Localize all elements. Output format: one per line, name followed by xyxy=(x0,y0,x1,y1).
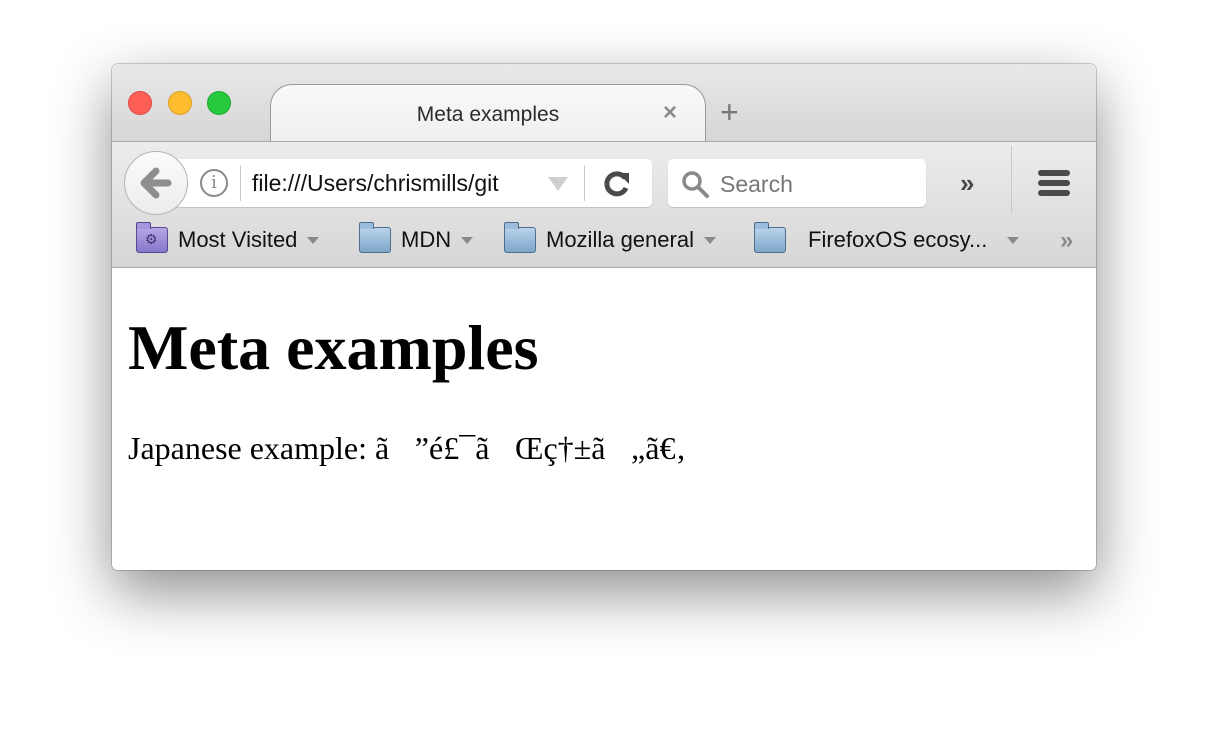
close-window-button[interactable] xyxy=(128,91,152,115)
bookmark-label: FirefoxOS ecosy... xyxy=(808,227,988,252)
close-icon[interactable]: × xyxy=(663,99,677,127)
hamburger-menu-icon[interactable] xyxy=(1038,170,1070,196)
bookmark-mozilla-general[interactable]: Mozilla general xyxy=(504,222,716,255)
bookmarks-overflow-button[interactable]: » xyxy=(1060,227,1074,255)
chevron-down-icon xyxy=(703,236,716,244)
tab-strip: Meta examples × + xyxy=(112,64,1096,142)
url-history-dropdown-icon[interactable] xyxy=(548,177,568,191)
search-input[interactable]: Search xyxy=(720,171,793,198)
smart-folder-icon: ⚙ xyxy=(136,222,168,253)
info-icon[interactable]: i xyxy=(200,169,228,197)
arrow-left-icon xyxy=(140,167,172,199)
toolbar-overflow-button[interactable]: » xyxy=(960,168,975,199)
reload-icon[interactable] xyxy=(600,167,634,201)
bookmarks-toolbar: ⚙ Most Visited MDN Mozilla general Firef… xyxy=(112,213,1096,268)
chevron-down-icon xyxy=(461,236,474,244)
browser-window: Meta examples × + i file:///Users/chrism… xyxy=(112,64,1096,570)
folder-icon xyxy=(359,222,391,253)
divider xyxy=(1011,146,1012,216)
bookmark-most-visited[interactable]: ⚙ Most Visited xyxy=(136,222,320,255)
back-button[interactable] xyxy=(124,151,188,215)
url-bar[interactable]: i file:///Users/chrismills/git xyxy=(172,159,652,207)
chevron-down-icon xyxy=(1007,236,1020,244)
zoom-window-button[interactable] xyxy=(207,91,231,115)
bookmark-label: Mozilla general xyxy=(546,227,694,252)
divider xyxy=(240,165,241,201)
page-heading: Meta examples xyxy=(128,312,539,383)
page-content: Meta examples Japanese example: ã”é£¯ã… xyxy=(112,269,1096,570)
new-tab-button[interactable]: + xyxy=(720,96,739,128)
bookmark-firefoxos-ecosystem[interactable]: FirefoxOS ecosy... xyxy=(754,222,1020,255)
tab-meta-examples[interactable]: Meta examples × xyxy=(270,84,706,142)
search-bar[interactable]: Search xyxy=(668,159,926,207)
url-input[interactable]: file:///Users/chrismills/git xyxy=(252,170,534,197)
tab-title: Meta examples xyxy=(416,103,560,126)
search-icon xyxy=(682,171,709,198)
folder-icon xyxy=(504,222,536,253)
minimize-window-button[interactable] xyxy=(168,91,192,115)
bookmark-label: MDN xyxy=(401,227,452,252)
japanese-example-paragraph: Japanese example: ã”é£¯ãŒç†±ã„ã€‚ xyxy=(128,430,687,466)
bookmark-label: Most Visited xyxy=(178,227,298,252)
chevron-down-icon xyxy=(307,236,320,244)
folder-icon xyxy=(754,222,786,253)
bookmark-mdn[interactable]: MDN xyxy=(359,222,474,255)
divider xyxy=(584,165,585,201)
navigation-toolbar: i file:///Users/chrismills/git Search » xyxy=(112,141,1096,216)
